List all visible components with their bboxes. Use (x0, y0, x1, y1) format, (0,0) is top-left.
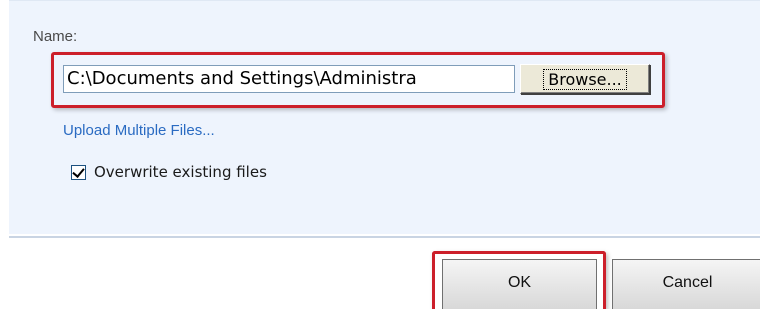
browse-button-label: Browse... (543, 68, 627, 90)
ok-button[interactable]: OK (442, 259, 597, 309)
upload-document-dialog: Name: C:\Documents and Settings\Administ… (0, 0, 760, 309)
overwrite-checkbox[interactable] (71, 164, 86, 180)
file-path-input[interactable]: C:\Documents and Settings\Administra (63, 65, 515, 93)
overwrite-option: Overwrite existing files (71, 163, 267, 181)
form-panel (9, 0, 760, 234)
cancel-button[interactable]: Cancel (612, 259, 760, 309)
name-label: Name: (33, 28, 78, 45)
browse-button[interactable]: Browse... (520, 64, 650, 94)
ok-button-label: OK (507, 273, 532, 291)
overwrite-label: Overwrite existing files (94, 163, 267, 181)
footer-divider (9, 236, 760, 238)
cancel-button-label: Cancel (662, 273, 713, 291)
upload-multiple-files-link[interactable]: Upload Multiple Files... (63, 122, 215, 139)
